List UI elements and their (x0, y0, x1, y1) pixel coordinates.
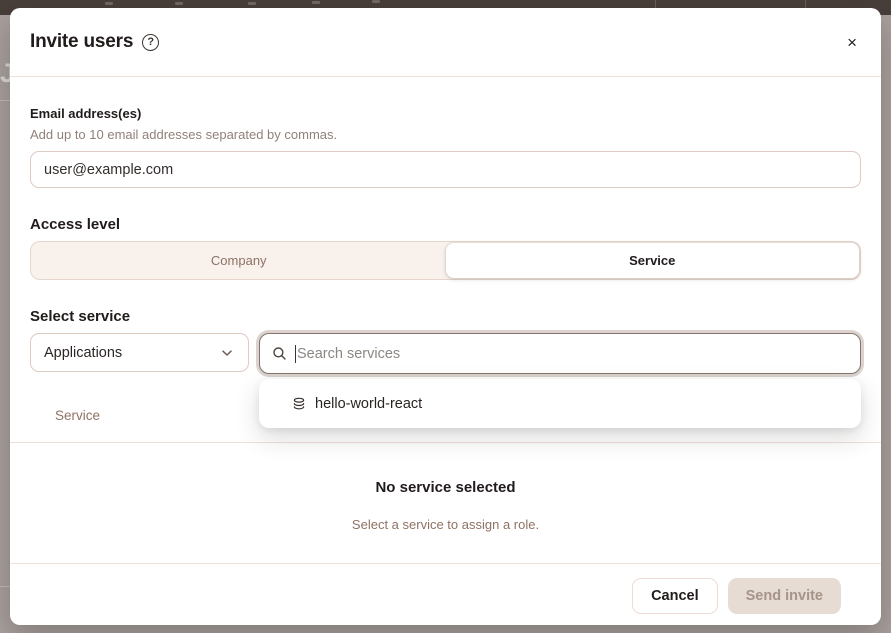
service-type-select[interactable]: Applications (30, 333, 249, 372)
empty-state-title: No service selected (30, 479, 861, 496)
layers-icon (292, 397, 306, 411)
select-service-label: Select service (30, 308, 861, 325)
service-result-hello-world-react[interactable]: hello-world-react (259, 379, 861, 428)
background-nav-fragment (312, 1, 320, 4)
background-nav-fragment (175, 2, 183, 5)
modal-title: Invite users (30, 31, 133, 53)
background-page-text-fragment: J (0, 58, 10, 92)
modal-body: Email address(es) Add up to 10 email add… (10, 77, 881, 625)
service-search-wrap: Search services hello-world-react (259, 333, 861, 374)
modal-header: Invite users ? × (10, 8, 881, 77)
service-search-input[interactable]: Search services (259, 333, 861, 374)
service-search-placeholder: Search services (297, 346, 400, 362)
email-hint: Add up to 10 email addresses separated b… (30, 127, 861, 142)
help-icon[interactable]: ? (142, 34, 159, 51)
email-input[interactable] (30, 151, 861, 188)
service-results-dropdown: hello-world-react (259, 379, 861, 428)
empty-state-subtitle: Select a service to assign a role. (30, 517, 861, 532)
background-topbar-divider (805, 0, 806, 8)
cancel-button[interactable]: Cancel (632, 578, 718, 614)
close-icon[interactable]: × (843, 30, 861, 55)
background-topbar-divider (655, 0, 656, 8)
access-level-option-service[interactable]: Service (446, 243, 860, 278)
service-type-select-value: Applications (44, 345, 122, 361)
access-level-option-company[interactable]: Company (32, 243, 446, 278)
access-level-toggle: Company Service (30, 241, 861, 280)
empty-state: No service selected Select a service to … (30, 443, 861, 532)
email-label: Email address(es) (30, 106, 861, 121)
search-icon (272, 346, 287, 361)
service-picker-row: Applications Search serv (30, 333, 861, 374)
chevron-down-icon (219, 345, 235, 361)
background-nav-fragment (372, 0, 380, 3)
invite-users-modal: Invite users ? × Email address(es) Add u… (10, 8, 881, 625)
access-level-label: Access level (30, 216, 861, 233)
modal-footer: Cancel Send invite (30, 563, 861, 625)
text-cursor (295, 345, 296, 363)
background-nav-fragment (248, 2, 256, 5)
background-page-divider (0, 100, 10, 101)
background-page-divider (0, 586, 10, 587)
background-nav-fragment (105, 2, 113, 5)
service-result-label: hello-world-react (315, 396, 422, 412)
footer-actions: Cancel Send invite (30, 564, 861, 625)
send-invite-button[interactable]: Send invite (728, 578, 841, 614)
